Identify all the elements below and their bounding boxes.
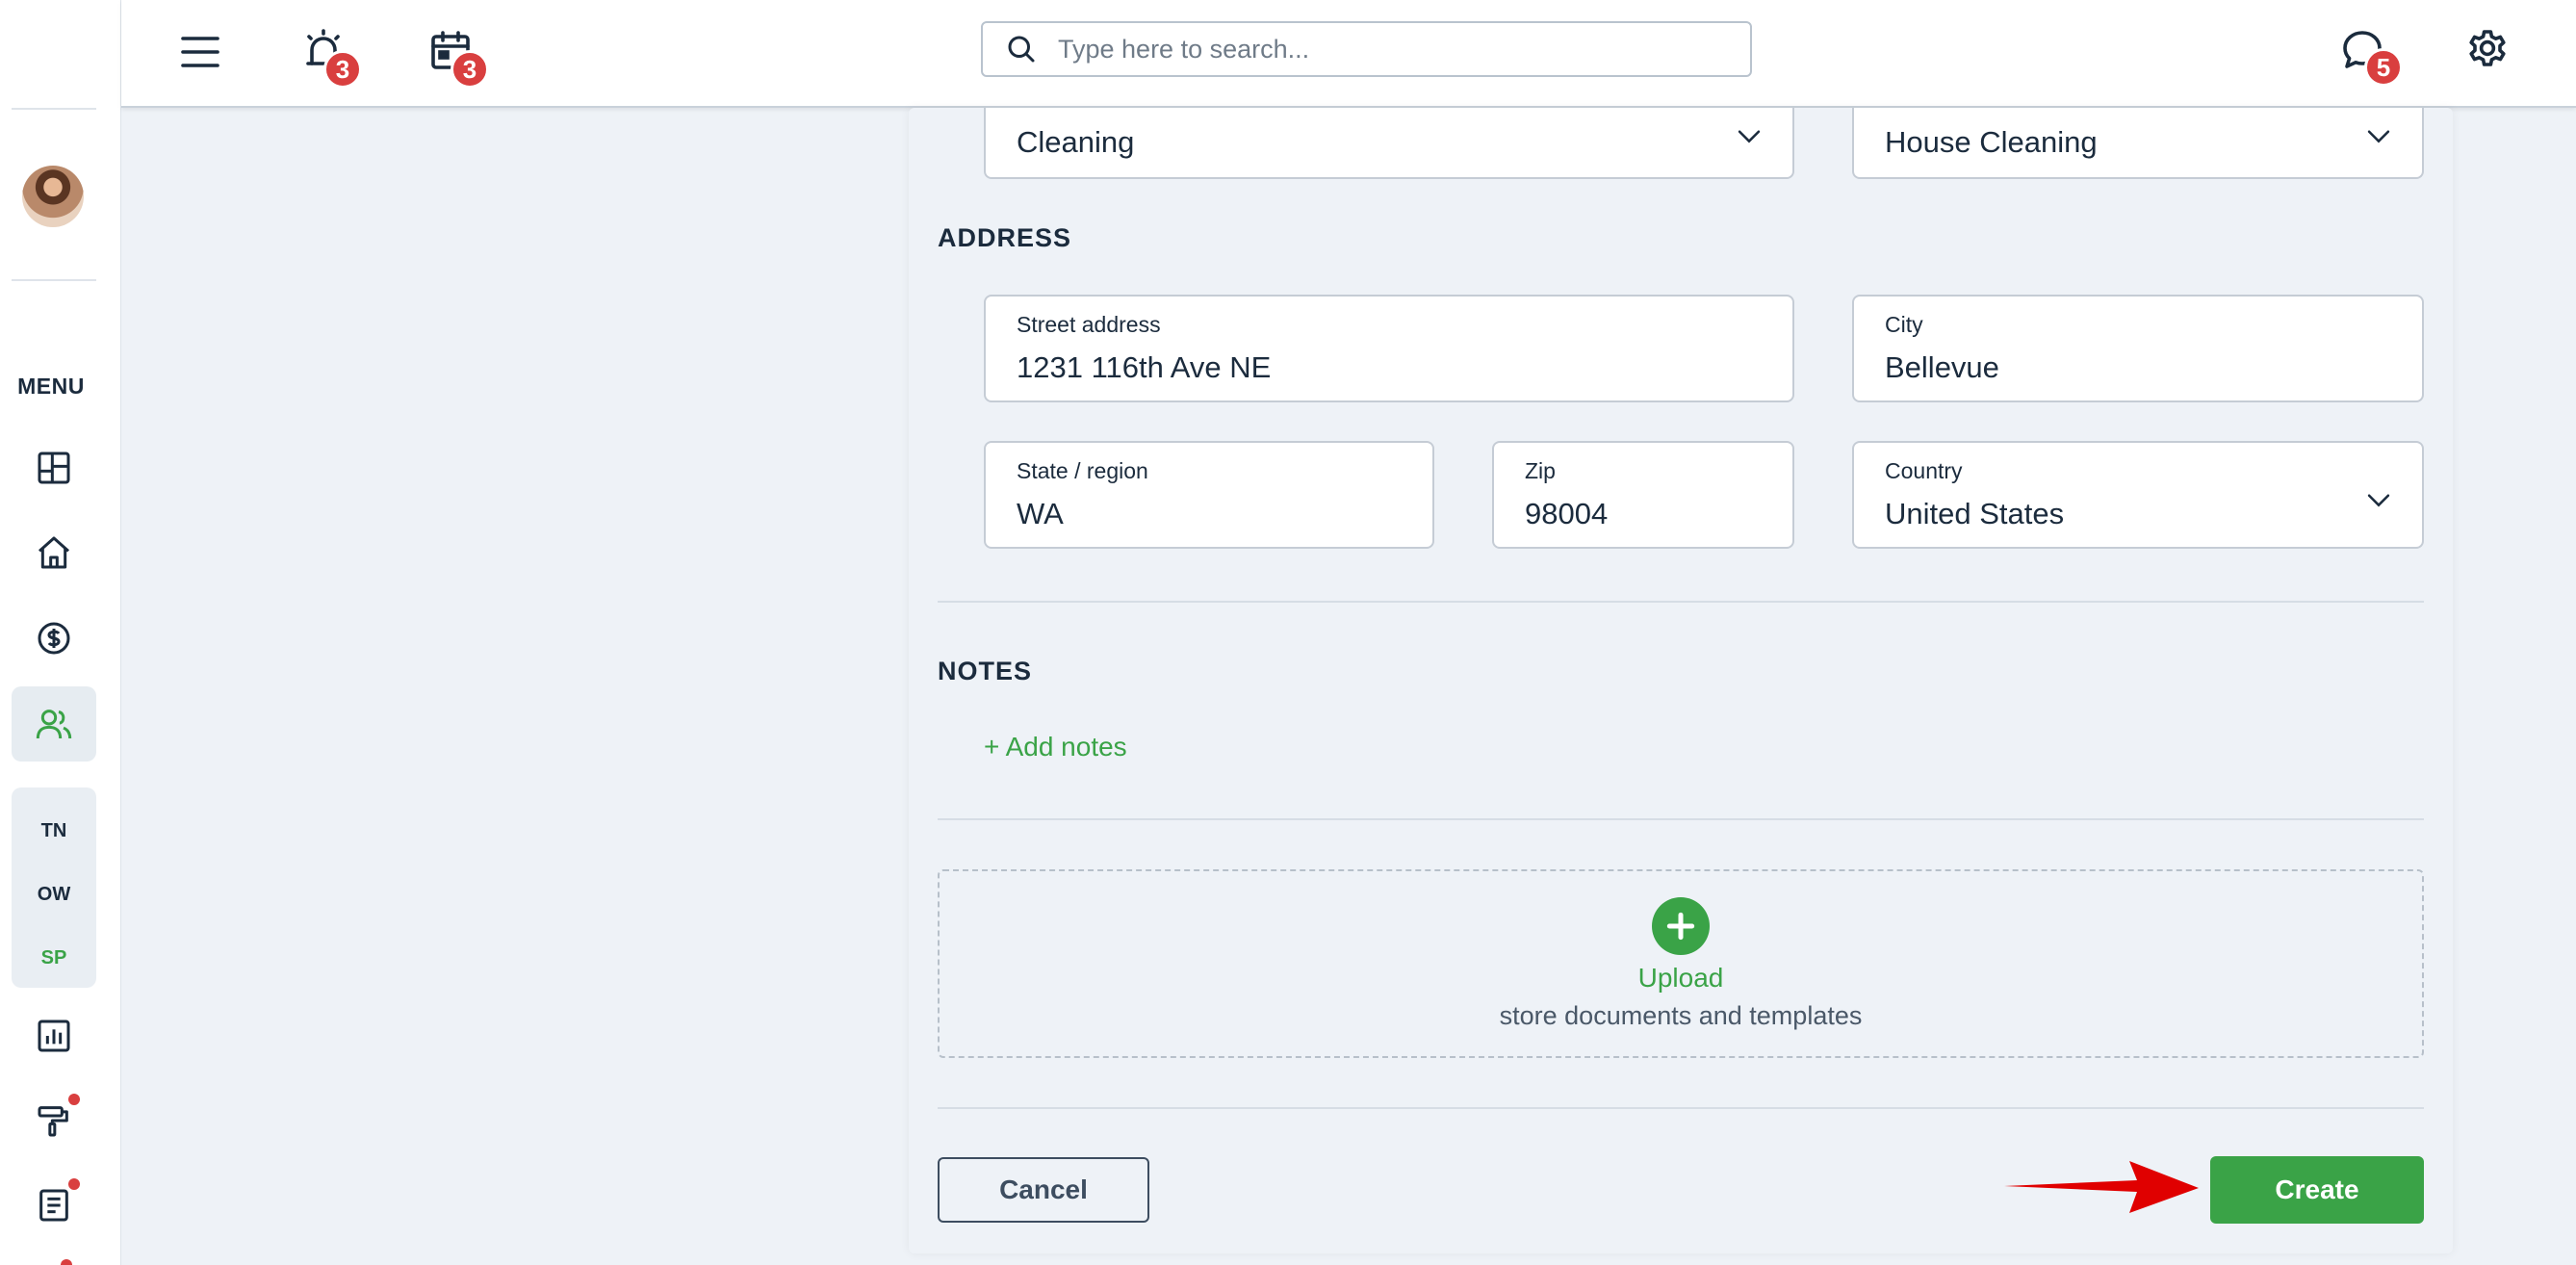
messages-count-badge: 5 bbox=[2364, 48, 2403, 87]
notification-dot bbox=[61, 1259, 72, 1265]
street-address-field[interactable]: Street address 1231 116th Ave NE bbox=[984, 295, 1794, 402]
annotation-arrow-icon bbox=[2004, 1161, 2199, 1213]
notification-dot bbox=[68, 1094, 80, 1105]
section-divider bbox=[938, 818, 2424, 820]
sub-category-value: House Cleaning bbox=[1885, 125, 2098, 159]
notes-section-title: NOTES bbox=[938, 657, 1033, 685]
upload-title[interactable]: Upload bbox=[938, 963, 2424, 994]
city-value[interactable]: Bellevue bbox=[1885, 350, 1999, 385]
state-region-value[interactable]: WA bbox=[1017, 497, 1064, 531]
dollar-icon[interactable] bbox=[27, 611, 81, 665]
avatar[interactable] bbox=[22, 166, 84, 227]
chevron-down-icon bbox=[2367, 130, 2390, 143]
sidebar-sub-item-sp[interactable]: SP bbox=[12, 947, 96, 969]
category-value: Cleaning bbox=[1017, 125, 1135, 159]
state-region-label: State / region bbox=[1017, 458, 1148, 483]
category-select[interactable]: Cleaning bbox=[984, 108, 1794, 179]
topbar: 3 3 5 bbox=[121, 0, 2576, 108]
dashboard-icon[interactable] bbox=[27, 441, 81, 495]
zip-label: Zip bbox=[1525, 458, 1556, 483]
reports-icon[interactable] bbox=[27, 1009, 81, 1063]
sub-category-select[interactable]: House Cleaning bbox=[1852, 108, 2424, 179]
country-value: United States bbox=[1885, 497, 2065, 530]
zip-field[interactable]: Zip 98004 bbox=[1492, 441, 1794, 549]
calendar-count-badge: 3 bbox=[451, 50, 489, 89]
address-section-title: ADDRESS bbox=[938, 223, 1072, 252]
state-region-field[interactable]: State / region WA bbox=[984, 441, 1434, 549]
messages-icon[interactable]: 5 bbox=[2333, 21, 2403, 87]
sidebar-sub-group: TN OW SP bbox=[12, 787, 96, 988]
city-label: City bbox=[1885, 312, 1923, 337]
cancel-button[interactable]: Cancel bbox=[938, 1157, 1149, 1223]
search-bar[interactable] bbox=[981, 21, 1752, 77]
sidebar: MENU TN OW SP bbox=[0, 0, 121, 1265]
alarm-alert-icon[interactable]: 3 bbox=[295, 23, 362, 89]
calendar-icon[interactable]: 3 bbox=[422, 23, 489, 89]
search-input[interactable] bbox=[1058, 34, 1750, 65]
street-address-label: Street address bbox=[1017, 312, 1161, 337]
chevron-down-icon bbox=[2367, 494, 2390, 507]
hamburger-menu-icon[interactable] bbox=[171, 25, 229, 79]
sidebar-divider bbox=[12, 279, 96, 281]
country-select[interactable]: Country United States bbox=[1852, 441, 2424, 549]
street-address-value[interactable]: 1231 116th Ave NE bbox=[1017, 350, 1271, 385]
create-button[interactable]: Create bbox=[2210, 1156, 2424, 1224]
city-field[interactable]: City Bellevue bbox=[1852, 295, 2424, 402]
chevron-down-icon bbox=[1738, 130, 1761, 143]
zip-value[interactable]: 98004 bbox=[1525, 497, 1608, 531]
add-notes-link[interactable]: + Add notes bbox=[984, 732, 1127, 762]
sidebar-sub-item-tn[interactable]: TN bbox=[12, 820, 96, 842]
country-label: Country bbox=[1885, 458, 1963, 483]
section-divider bbox=[938, 1107, 2424, 1109]
home-icon[interactable] bbox=[27, 526, 81, 580]
upload-plus-icon[interactable] bbox=[1652, 897, 1710, 955]
alerts-count-badge: 3 bbox=[323, 50, 362, 89]
menu-label: MENU bbox=[17, 374, 85, 399]
sidebar-sub-item-ow[interactable]: OW bbox=[12, 884, 96, 906]
users-icon[interactable] bbox=[27, 697, 81, 751]
gear-icon[interactable] bbox=[2459, 21, 2516, 75]
search-icon bbox=[1008, 36, 1035, 63]
section-divider bbox=[938, 601, 2424, 603]
upload-subtitle: store documents and templates bbox=[1499, 1001, 1863, 1030]
sidebar-divider bbox=[12, 108, 96, 110]
notification-dot bbox=[68, 1178, 80, 1190]
form-card bbox=[909, 108, 2453, 1253]
